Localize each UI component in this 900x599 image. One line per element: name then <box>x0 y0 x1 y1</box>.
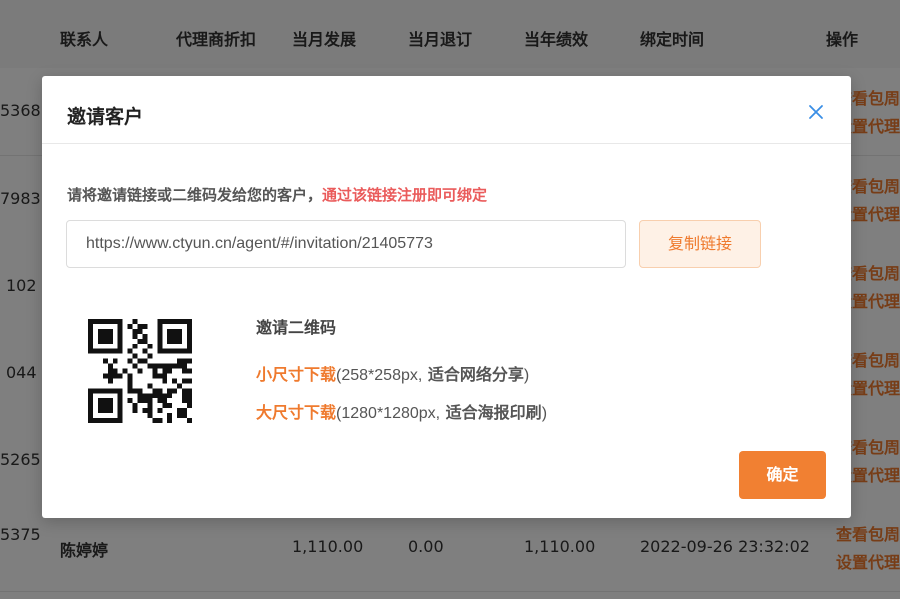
confirm-button[interactable]: 确定 <box>739 451 826 499</box>
large-download-link[interactable]: 大尺寸下载 <box>256 403 336 422</box>
close-icon[interactable] <box>804 100 828 124</box>
large-size-text: 1280*1280px, <box>341 405 441 422</box>
small-download-link[interactable]: 小尺寸下载 <box>256 365 336 384</box>
copy-link-button[interactable]: 复制链接 <box>639 220 761 268</box>
small-paren-close: ) <box>523 367 530 384</box>
invite-description: 请将邀请链接或二维码发给您的客户，通过该链接注册即可绑定 <box>67 184 487 205</box>
dialog-header: 邀请客户 <box>42 76 851 144</box>
small-size-text: 258*258px, <box>341 367 423 384</box>
invite-description-text: 请将邀请链接或二维码发给您的客户， <box>67 186 323 204</box>
dialog-title: 邀请客户 <box>67 106 144 128</box>
large-paren-close: ) <box>541 405 548 422</box>
large-size-desc: 适合海报印刷 <box>440 403 542 422</box>
small-size-download: 小尺寸下载(258*258px, 适合网络分享) <box>256 361 529 385</box>
qr-code-image <box>88 319 192 423</box>
invite-link-input[interactable] <box>66 220 626 268</box>
invite-description-highlight: 通过该链接注册即可绑定 <box>322 186 488 204</box>
large-size-download: 大尺寸下载(1280*1280px, 适合海报印刷) <box>256 399 547 423</box>
qr-title: 邀请二维码 <box>256 318 337 337</box>
small-size-desc: 适合网络分享 <box>422 365 524 384</box>
invite-customer-dialog: 邀请客户 请将邀请链接或二维码发给您的客户，通过该链接注册即可绑定 复制链接 邀… <box>42 76 851 518</box>
